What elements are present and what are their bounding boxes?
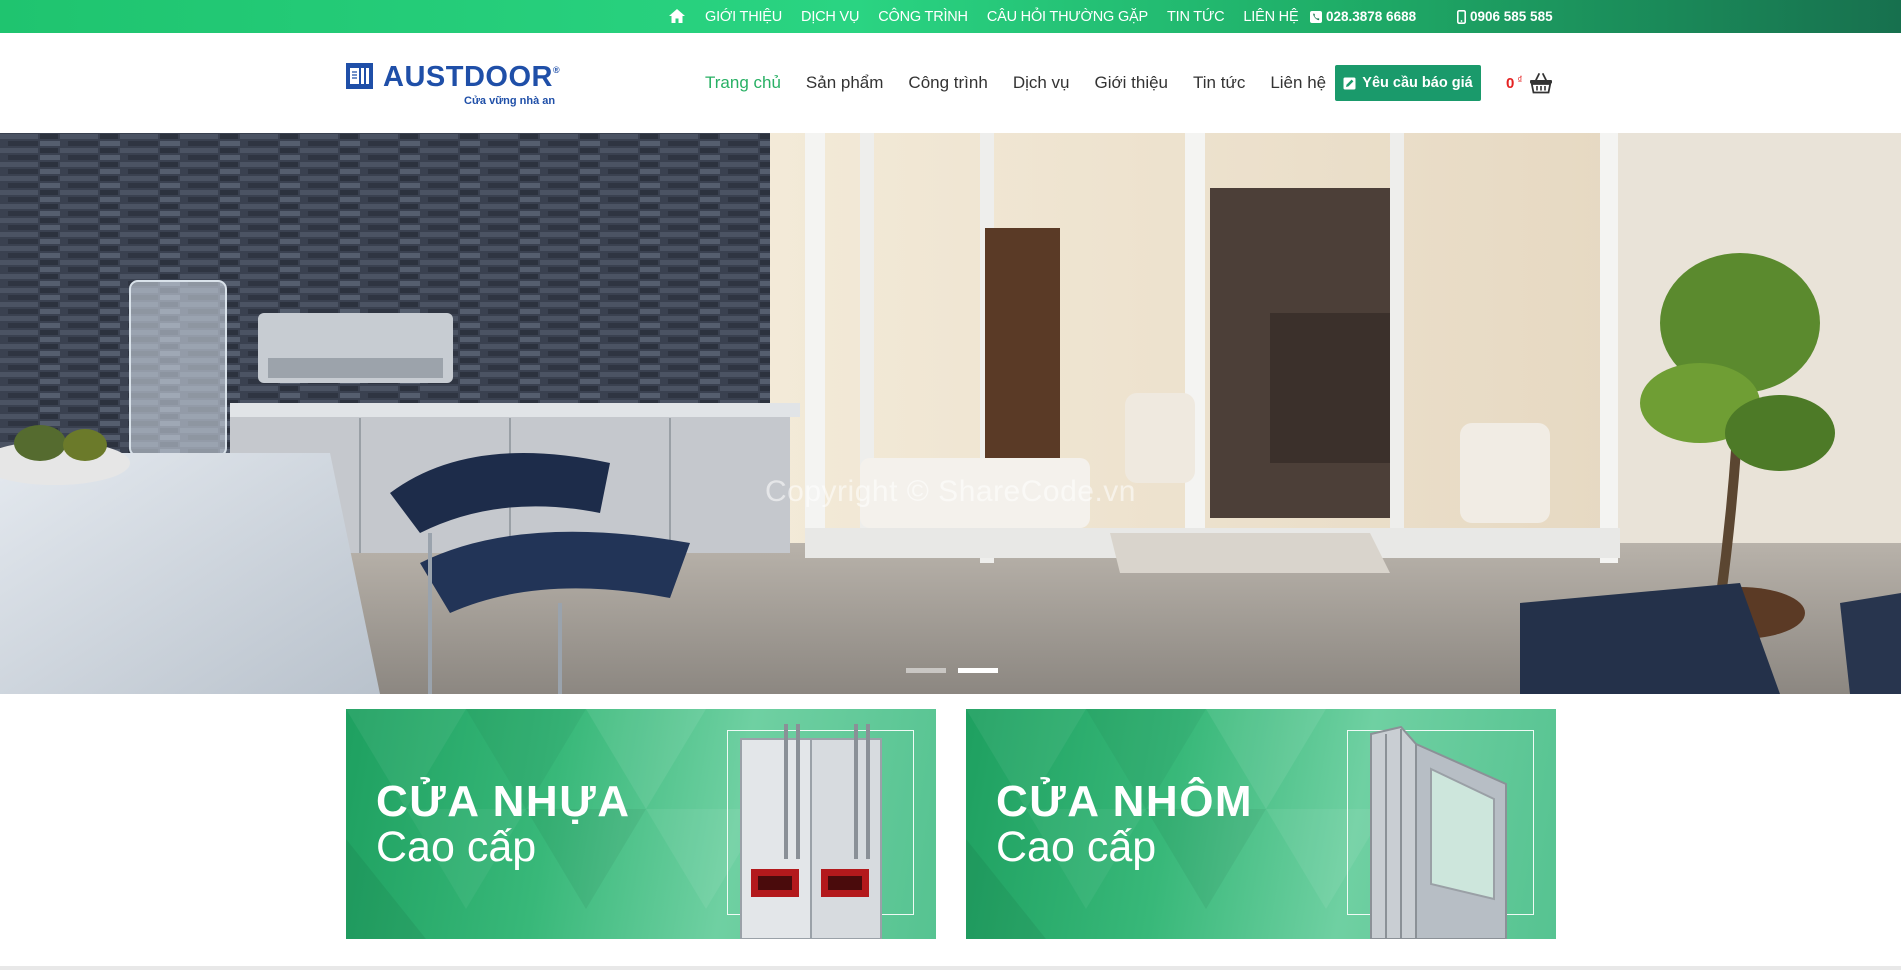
logo-brand: AUSTDOOR®: [383, 61, 561, 93]
request-quote-label: Yêu cầu báo giá: [1362, 75, 1473, 91]
upvc-profile-image: [740, 724, 882, 939]
nav-cong-trinh[interactable]: Công trình: [908, 73, 987, 93]
logo-tagline: Cửa vững nhà an: [464, 95, 556, 107]
nav-san-pham[interactable]: Sản phẩm: [806, 73, 884, 93]
banner-cua-nhua[interactable]: CỬA NHỰA Cao cấp: [346, 709, 936, 939]
edit-icon: [1343, 77, 1356, 89]
mobile-phone-icon: [1457, 9, 1466, 24]
nav-tin-tuc[interactable]: Tin tức: [1193, 73, 1245, 93]
cart-currency: ₫: [1517, 74, 1523, 86]
mobile-contact[interactable]: 0906 585 585: [1457, 0, 1553, 33]
top-bar: GIỚI THIỆU DỊCH VỤ CÔNG TRÌNH CÂU HỎI TH…: [0, 0, 1901, 33]
page-bottom-divider: [0, 966, 1901, 970]
nav-gioi-thieu[interactable]: Giới thiệu: [1095, 73, 1169, 93]
slider-dot-2[interactable]: [958, 668, 998, 673]
logo[interactable]: AUSTDOOR® Cửa vững nhà an: [346, 61, 560, 113]
top-nav-gioi-thieu[interactable]: GIỚI THIỆU: [705, 9, 782, 25]
hero-watermark: Copyright © ShareCode.vn: [765, 475, 1136, 508]
slider-dot-1[interactable]: [906, 668, 946, 673]
home-icon[interactable]: [668, 7, 686, 25]
site-header: AUSTDOOR® Cửa vững nhà an Trang chủ Sản …: [0, 33, 1901, 133]
banner-cua-nhom[interactable]: CỬA NHÔM Cao cấp: [966, 709, 1556, 939]
top-nav-faq[interactable]: CÂU HỎI THƯỜNG GẶP: [987, 9, 1148, 25]
hero-image: [0, 133, 1901, 694]
hero-slider[interactable]: Copyright © ShareCode.vn: [0, 133, 1901, 694]
slider-dots: [906, 668, 998, 673]
nav-trang-chu[interactable]: Trang chủ: [705, 73, 781, 93]
nav-lien-he[interactable]: Liên hệ: [1270, 73, 1326, 93]
top-nav-lien-he[interactable]: LIÊN HỆ: [1243, 9, 1298, 25]
top-nav-tin-tuc[interactable]: TIN TỨC: [1167, 9, 1225, 25]
mobile-number: 0906 585 585: [1470, 9, 1553, 24]
top-nav: GIỚI THIỆU DỊCH VỤ CÔNG TRÌNH CÂU HỎI TH…: [705, 0, 1317, 33]
logo-mark-icon: [346, 63, 373, 89]
top-nav-cong-trinh[interactable]: CÔNG TRÌNH: [878, 9, 968, 25]
nav-dich-vu[interactable]: Dịch vụ: [1013, 73, 1070, 93]
top-nav-dich-vu[interactable]: DỊCH VỤ: [801, 9, 859, 25]
landline-contact[interactable]: 028.3878 6688: [1310, 0, 1416, 33]
aluminium-profile-image: [1370, 725, 1507, 939]
request-quote-button[interactable]: Yêu cầu báo giá: [1335, 65, 1481, 101]
shopping-basket-icon: [1530, 73, 1553, 94]
phone-square-icon: [1310, 10, 1322, 23]
main-nav: Trang chủ Sản phẩm Công trình Dịch vụ Gi…: [705, 33, 1351, 133]
cart[interactable]: 0 ₫: [1506, 66, 1553, 100]
landline-number: 028.3878 6688: [1326, 9, 1417, 24]
cart-amount: 0: [1506, 74, 1515, 92]
